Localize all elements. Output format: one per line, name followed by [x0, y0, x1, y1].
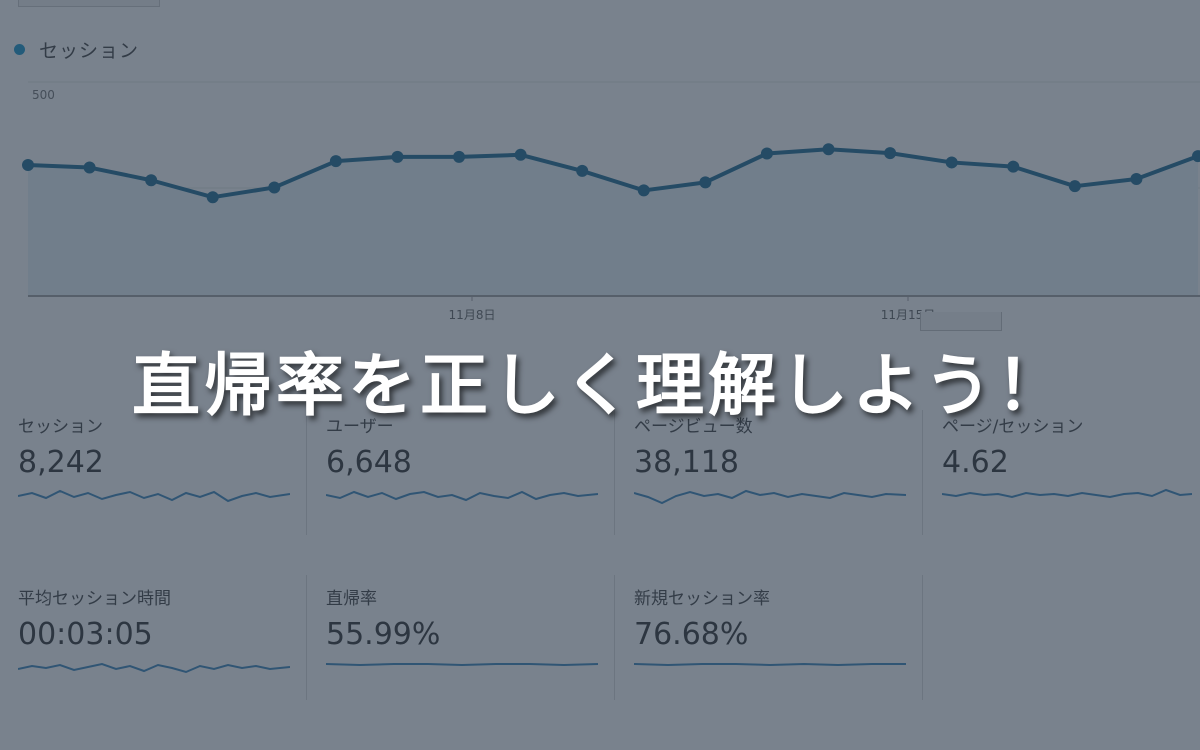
chart-tab[interactable]: [920, 312, 1002, 331]
chart-point[interactable]: [884, 147, 897, 160]
chart-point[interactable]: [699, 176, 712, 189]
metric-value: 55.99%: [326, 617, 441, 652]
top-tab[interactable]: [18, 0, 160, 7]
sparkline: [634, 489, 906, 505]
column-divider: [614, 575, 615, 700]
sparkline: [326, 490, 598, 502]
legend-label: セッション: [39, 40, 140, 62]
x-tick-label-nov-8: 11月8日: [449, 308, 496, 322]
metric-bounce-rate[interactable]: 直帰率 55.99%: [326, 584, 598, 680]
sparkline: [634, 662, 906, 667]
sparkline: [942, 488, 1192, 499]
sparkline: [18, 662, 290, 674]
legend-dot-icon: [14, 44, 25, 55]
metric-value: 6,648: [326, 445, 412, 480]
chart-point[interactable]: [83, 161, 96, 174]
chart-point[interactable]: [760, 147, 773, 160]
sparkline: [326, 663, 598, 667]
metric-value: 00:03:05: [18, 617, 153, 652]
chart-point[interactable]: [576, 164, 589, 177]
chart-point[interactable]: [206, 191, 219, 204]
metric-label: 平均セッション時間: [18, 589, 171, 609]
y-tick-label-500: 500: [32, 88, 55, 102]
headline-title: 直帰率を正しく理解しよう！: [131, 347, 1068, 426]
metric-new-session-rate[interactable]: 新規セッション率 76.68%: [634, 584, 906, 680]
chart-point[interactable]: [514, 148, 527, 161]
chart-point[interactable]: [391, 150, 404, 163]
chart-point[interactable]: [329, 155, 342, 168]
chart-point[interactable]: [822, 143, 835, 156]
chart-point[interactable]: [1130, 172, 1143, 185]
sparkline: [18, 489, 290, 503]
metric-label: 新規セッション率: [634, 589, 770, 609]
chart-point[interactable]: [145, 174, 158, 187]
metric-value: 38,118: [634, 445, 739, 480]
chart-point[interactable]: [268, 181, 281, 194]
metric-value: 4.62: [942, 445, 1009, 480]
metric-avg-session-duration[interactable]: 平均セッション時間 00:03:05: [18, 584, 290, 680]
column-divider: [306, 575, 307, 700]
chart-point[interactable]: [637, 184, 650, 197]
metric-label: 直帰率: [326, 589, 377, 609]
chart-point[interactable]: [1007, 160, 1020, 173]
metric-value: 8,242: [18, 445, 104, 480]
chart-point[interactable]: [1068, 180, 1081, 193]
chart-point[interactable]: [22, 158, 34, 171]
sessions-line-chart[interactable]: 500 250 11月8日 11月15日: [0, 70, 1200, 325]
column-divider: [922, 575, 923, 700]
metric-value: 76.68%: [634, 617, 749, 652]
chart-legend[interactable]: セッション: [14, 36, 139, 63]
chart-point[interactable]: [453, 150, 466, 163]
chart-point[interactable]: [945, 156, 958, 169]
